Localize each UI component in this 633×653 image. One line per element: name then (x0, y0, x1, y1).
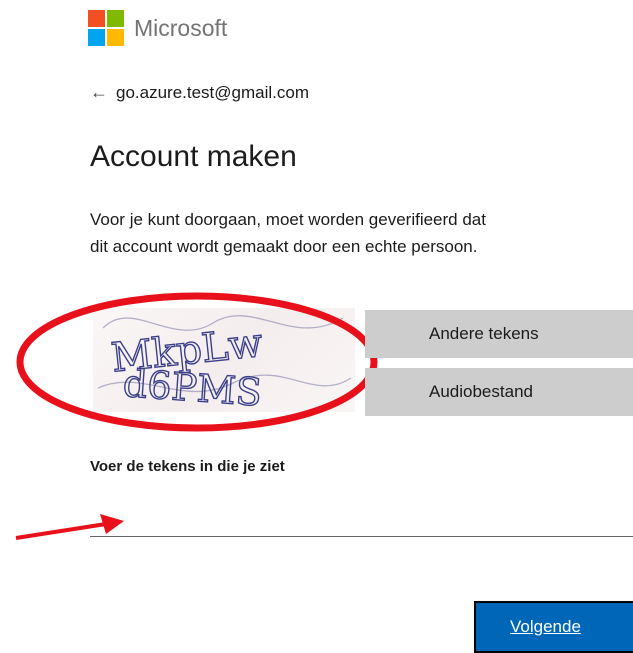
page-description: Voor je kunt doorgaan, moet worden gever… (90, 206, 633, 260)
back-arrow-icon[interactable]: ← (90, 82, 108, 103)
description-line-1: Voor je kunt doorgaan, moet worden gever… (90, 210, 486, 229)
captcha-input-label: Voer de tekens in die je ziet (90, 458, 285, 475)
microsoft-logo-icon (88, 10, 124, 46)
identity-email: go.azure.test@gmail.com (116, 82, 310, 102)
next-button[interactable]: Volgende (474, 601, 633, 653)
captcha-image: MkpLw d6PMS (93, 308, 355, 415)
audio-file-button[interactable]: Audiobestand (365, 368, 633, 416)
other-characters-button[interactable]: Andere tekens (365, 310, 633, 358)
page-title: Account maken (90, 140, 297, 173)
microsoft-logo: Microsoft (88, 10, 227, 46)
captcha-text-line-2: d6PMS (122, 361, 264, 412)
identity-back-link[interactable]: ← go.azure.test@gmail.com (90, 82, 309, 103)
description-line-2: dit account wordt gemaakt door een echte… (90, 237, 478, 256)
brand-name: Microsoft (134, 14, 228, 41)
captcha-input[interactable] (90, 500, 633, 537)
